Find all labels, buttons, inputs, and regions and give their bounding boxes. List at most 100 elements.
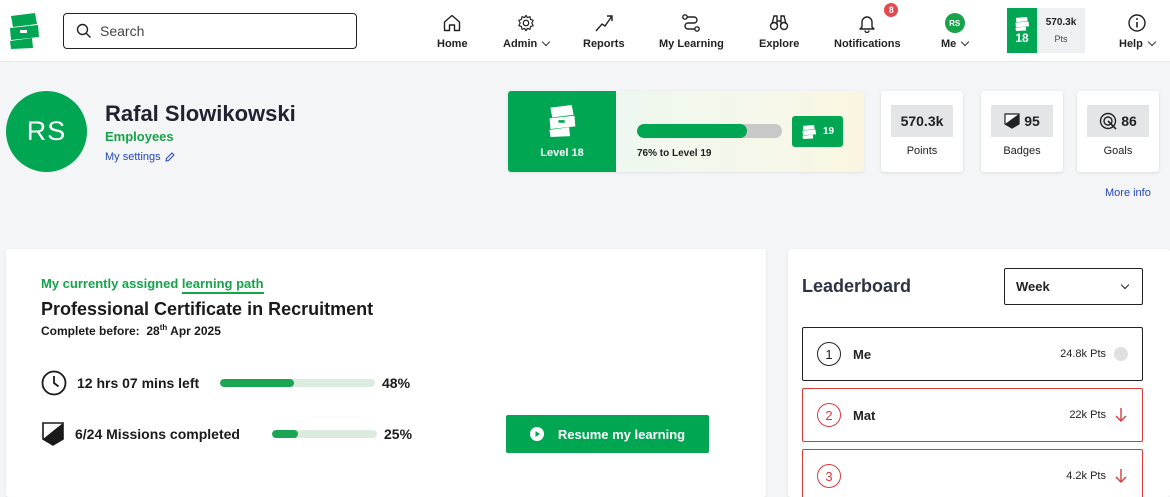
nav-explore-label: Explore xyxy=(759,38,800,50)
missions-row: 6/24 Missions completed xyxy=(41,422,240,446)
my-settings-link[interactable]: My settings xyxy=(105,151,175,163)
assigned-heading: My currently assigned learning path xyxy=(41,276,264,294)
nav-explore[interactable]: Explore xyxy=(759,12,799,52)
target-icon xyxy=(1100,112,1117,130)
points-stat-value: 570.3k xyxy=(900,113,944,129)
goals-stat-caption: Goals xyxy=(1103,145,1133,157)
clock-icon xyxy=(41,370,67,396)
level-progress-bar xyxy=(637,124,782,138)
leaderboard-row[interactable]: 2 Mat 22k Pts xyxy=(802,388,1143,442)
my-settings-label: My settings xyxy=(105,151,161,163)
badge-icon xyxy=(42,422,64,446)
badges-stat-value: 95 xyxy=(1024,113,1040,129)
profile-role: Employees xyxy=(105,129,174,144)
badges-stat-caption: Badges xyxy=(1003,145,1041,157)
nav-help[interactable]: Help xyxy=(1119,12,1157,52)
missions-progress-fill xyxy=(272,430,299,438)
level-number: 18 xyxy=(1015,30,1029,45)
app-logo[interactable] xyxy=(8,13,40,49)
learning-path-link[interactable]: learning path xyxy=(181,276,264,294)
gear-icon xyxy=(518,14,534,32)
nav-my-learning[interactable]: My Learning xyxy=(659,12,724,52)
leaderboard-points: 4.2k Pts xyxy=(1066,470,1106,482)
leaderboard-name: Me xyxy=(853,346,872,362)
leaderboard-points: 22k Pts xyxy=(1069,409,1106,421)
nav-me-label: Me xyxy=(941,38,957,50)
nav-admin-label: Admin xyxy=(503,38,538,50)
due-date: Complete before: 28th Apr 2025 xyxy=(41,323,221,338)
chevron-down-icon xyxy=(1120,280,1130,289)
info-icon xyxy=(1128,14,1146,32)
points-unit: Pts xyxy=(1054,34,1068,44)
learning-path-title: Professional Certificate in Recruitment xyxy=(41,299,374,319)
bell-icon xyxy=(859,16,876,33)
more-info-link[interactable]: More info xyxy=(1105,187,1151,199)
period-select[interactable]: Week xyxy=(1004,268,1143,305)
current-level: Level 18 xyxy=(508,91,616,172)
home-icon xyxy=(444,14,461,32)
time-progress-bar xyxy=(220,379,375,387)
learning-path-card: My currently assigned learning path Prof… xyxy=(6,249,766,497)
trend-neutral-icon xyxy=(1114,347,1128,361)
next-level-badge: 19 xyxy=(792,116,843,147)
trend-up-icon xyxy=(595,15,613,32)
level-progress-fill xyxy=(637,124,748,138)
profile-avatar: RS xyxy=(6,91,87,172)
level-logo-icon xyxy=(549,104,576,137)
points-stat-caption: Points xyxy=(906,145,938,157)
search-input[interactable] xyxy=(100,23,340,39)
due-label: Complete before: xyxy=(41,324,140,338)
rank-badge: 1 xyxy=(817,342,841,366)
resume-learning-label: Resume my learning xyxy=(557,426,686,442)
time-left-row: 12 hrs 07 mins left xyxy=(41,370,199,396)
nav-admin[interactable]: Admin xyxy=(503,12,551,52)
resume-learning-button[interactable]: Resume my learning xyxy=(506,415,709,453)
leaderboard-row[interactable]: 1 Me 24.8k Pts xyxy=(802,327,1143,381)
search-box[interactable] xyxy=(63,13,357,49)
period-select-value: Week xyxy=(1016,279,1050,294)
level-logo-icon xyxy=(802,124,816,139)
nav-my-learning-label: My Learning xyxy=(659,38,724,50)
next-level-number: 19 xyxy=(822,126,835,137)
search-icon xyxy=(76,23,91,38)
profile-name: Rafal Slowikowski xyxy=(105,101,296,126)
nav-me[interactable]: RS Me xyxy=(941,12,970,52)
points-stat-card[interactable]: 570.3k Points xyxy=(881,91,963,172)
nav-reports[interactable]: Reports xyxy=(583,12,625,52)
play-icon xyxy=(529,427,544,441)
current-level-label: Level 18 xyxy=(540,146,584,159)
missions-text: 6/24 Missions completed xyxy=(75,426,240,442)
top-navigation: Home Admin Reports My Learning Explore 8… xyxy=(0,0,1170,62)
level-progress-text: 76% to Level 19 xyxy=(637,148,712,159)
chevron-down-icon xyxy=(541,37,551,47)
level-logo-icon xyxy=(1015,16,1029,31)
nav-help-label: Help xyxy=(1119,38,1143,50)
chevron-down-icon xyxy=(1147,37,1157,47)
due-suffix: th xyxy=(159,323,168,332)
points-widget[interactable]: 18 570.3k Pts xyxy=(1007,8,1085,53)
rank-badge: 3 xyxy=(817,464,841,488)
nav-home[interactable]: Home xyxy=(437,12,468,52)
badges-stat-card[interactable]: 95 Badges xyxy=(981,91,1063,172)
leaderboard-name: Mat xyxy=(853,407,876,423)
time-progress-fill xyxy=(220,379,295,387)
avatar: RS xyxy=(944,13,965,33)
arrow-down-icon xyxy=(1115,469,1127,483)
goals-stat-card[interactable]: 86 Goals xyxy=(1077,91,1159,172)
leaderboard-row[interactable]: 3 4.2k Pts xyxy=(802,449,1143,497)
rank-badge: 2 xyxy=(817,403,841,427)
chevron-down-icon xyxy=(961,37,970,47)
missions-percent: 25% xyxy=(384,426,413,442)
pencil-icon xyxy=(165,152,175,162)
assigned-prefix: My currently assigned xyxy=(41,276,179,291)
notification-count-badge: 8 xyxy=(884,3,899,17)
nav-notifications[interactable]: 8 Notifications xyxy=(834,3,901,52)
badge-icon xyxy=(1004,113,1020,129)
nav-notifications-label: Notifications xyxy=(834,38,901,50)
due-day: 28 xyxy=(146,324,160,338)
time-percent: 48% xyxy=(382,375,411,391)
binoculars-icon xyxy=(769,15,789,31)
leaderboard-points: 24.8k Pts xyxy=(1060,348,1106,360)
leaderboard-title: Leaderboard xyxy=(802,276,912,296)
nav-reports-label: Reports xyxy=(583,38,625,50)
